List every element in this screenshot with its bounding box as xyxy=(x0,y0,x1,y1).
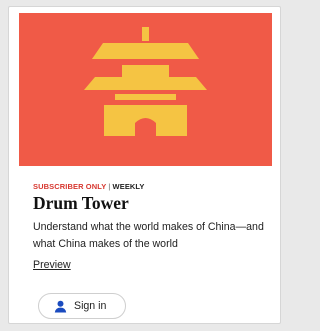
newsletter-title: Drum Tower xyxy=(33,193,129,213)
label-separator: | xyxy=(108,182,111,191)
newsletter-label: Subscriber Only | Weekly xyxy=(33,182,145,191)
frequency-label: Weekly xyxy=(112,182,145,191)
drum-tower-illustration xyxy=(19,13,272,166)
newsletter-description: Understand what the world makes of China… xyxy=(33,221,264,250)
person-icon xyxy=(54,300,67,313)
sign-in-label: Sign in xyxy=(74,300,107,312)
newsletter-hero-image xyxy=(19,13,272,166)
sign-in-button[interactable]: Sign in xyxy=(38,293,126,319)
subscriber-only-badge: Subscriber Only xyxy=(33,182,107,191)
newsletter-card: Subscriber Only | Weekly Drum Tower Unders… xyxy=(8,6,281,324)
preview-link[interactable]: Preview xyxy=(33,259,71,271)
